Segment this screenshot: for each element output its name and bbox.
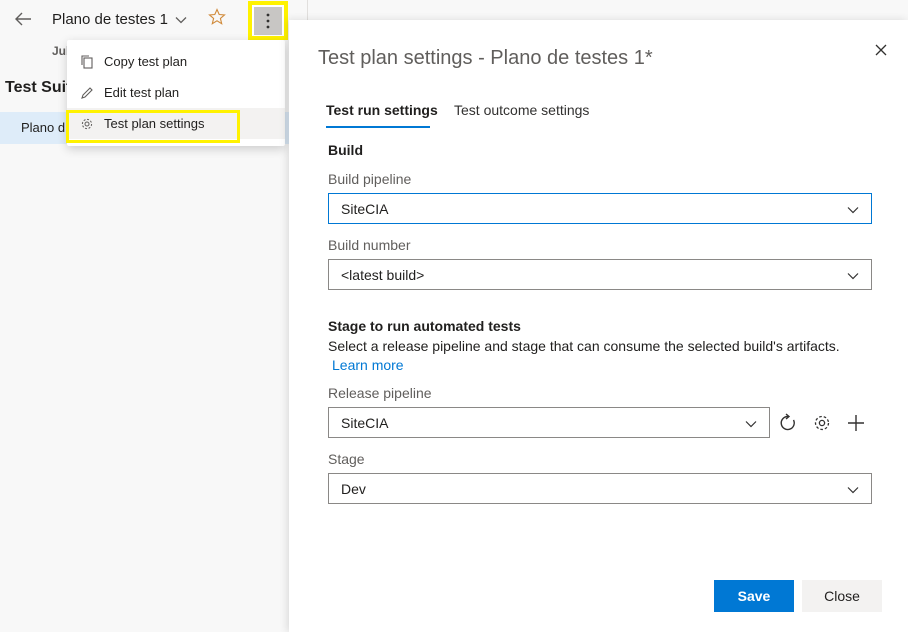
top-strip: [289, 0, 908, 20]
learn-more-link[interactable]: Learn more: [332, 357, 404, 373]
dropdown-value: SiteCIA: [341, 415, 389, 431]
dropdown-value: <latest build>: [341, 267, 425, 283]
menu-item-test-plan-settings[interactable]: Test plan settings: [67, 108, 285, 139]
save-button[interactable]: Save: [714, 580, 794, 612]
tab-underline: [326, 126, 430, 128]
menu-item-label: Edit test plan: [104, 85, 180, 100]
close-button[interactable]: Close: [802, 580, 882, 612]
build-number-label: Build number: [328, 237, 411, 253]
build-heading: Build: [328, 142, 363, 158]
plan-context-menu: Copy test plan Edit test plan Test plan …: [67, 40, 285, 146]
add-icon[interactable]: [846, 413, 866, 433]
chevron-down-icon: [847, 487, 859, 494]
release-pipeline-dropdown[interactable]: SiteCIA: [328, 407, 770, 438]
copy-icon: [79, 54, 95, 70]
stage-heading: Stage to run automated tests: [328, 318, 521, 334]
back-arrow-icon[interactable]: [12, 8, 34, 30]
close-icon[interactable]: [873, 42, 889, 58]
divider: [307, 0, 308, 20]
build-pipeline-dropdown[interactable]: SiteCIA: [328, 193, 872, 224]
settings-panel: Test plan settings - Plano de testes 1* …: [289, 20, 908, 632]
gear-icon: [79, 116, 95, 132]
gear-icon[interactable]: [812, 413, 832, 433]
chevron-down-icon: [745, 421, 757, 428]
vertical-ellipsis-icon: [266, 13, 270, 28]
panel-title: Test plan settings - Plano de testes 1*: [318, 47, 653, 69]
test-suites-heading: Test Suit: [5, 79, 72, 96]
stage-dropdown[interactable]: Dev: [328, 473, 872, 504]
tab-test-outcome-settings[interactable]: Test outcome settings: [454, 102, 589, 118]
more-options-button[interactable]: [248, 1, 288, 40]
star-icon[interactable]: [208, 8, 226, 26]
chevron-down-icon: [847, 273, 859, 280]
dropdown-value: SiteCIA: [341, 201, 389, 217]
dropdown-value: Dev: [341, 481, 366, 497]
chevron-down-icon: [847, 207, 859, 214]
menu-item-label: Copy test plan: [104, 54, 188, 69]
stage-description: Select a release pipeline and stage that…: [328, 338, 840, 354]
tab-test-run-settings[interactable]: Test run settings: [326, 102, 438, 118]
menu-item-copy-test-plan[interactable]: Copy test plan: [67, 46, 285, 77]
build-number-dropdown[interactable]: <latest build>: [328, 259, 872, 290]
refresh-icon[interactable]: [778, 413, 798, 433]
build-pipeline-label: Build pipeline: [328, 171, 412, 187]
menu-item-label: Test plan settings: [104, 116, 205, 131]
suite-item-label: Plano d: [21, 120, 66, 135]
chevron-down-icon[interactable]: [174, 13, 188, 27]
stage-label: Stage: [328, 451, 365, 467]
menu-item-edit-test-plan[interactable]: Edit test plan: [67, 77, 285, 108]
release-pipeline-label: Release pipeline: [328, 385, 432, 401]
plan-title[interactable]: Plano de testes 1: [52, 11, 168, 28]
pencil-icon: [79, 85, 95, 101]
